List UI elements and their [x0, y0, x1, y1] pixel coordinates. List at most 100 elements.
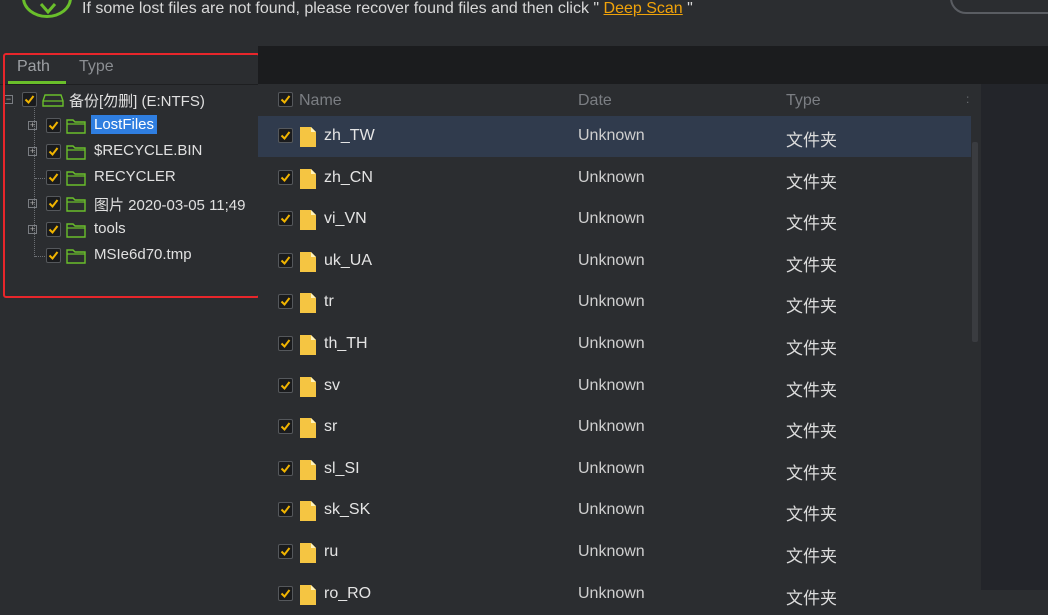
file-list: Name Date Type : zh_TW Unknown 文件夹 zh_CN Unk…	[258, 84, 971, 608]
row-checkbox[interactable]	[278, 544, 293, 559]
file-date: Unknown	[578, 210, 645, 228]
tree-item-label: tools	[94, 220, 126, 237]
file-date: Unknown	[578, 127, 645, 144]
table-row[interactable]: sl_SI Unknown 文件夹	[258, 449, 971, 490]
tree-item-label: LostFiles	[91, 115, 158, 134]
expand-toggle-icon[interactable]: +	[28, 121, 37, 130]
tree-checkbox[interactable]	[46, 222, 61, 237]
expand-toggle-icon[interactable]: +	[28, 225, 37, 234]
file-name: sv	[324, 376, 340, 394]
file-type: 文件夹	[786, 172, 837, 192]
table-row[interactable]: sk_SK Unknown 文件夹	[258, 490, 971, 531]
file-date: Unknown	[578, 418, 645, 436]
left-panel: Path Type − 备份[勿删] (E:NTFS) + LostFiles …	[0, 46, 258, 590]
row-checkbox[interactable]	[278, 128, 293, 143]
tab-type[interactable]: Type	[79, 58, 114, 76]
scrollbar-thumb[interactable]	[972, 142, 978, 342]
row-checkbox[interactable]	[278, 585, 293, 601]
tree-guide-line	[35, 178, 45, 180]
folder-icon	[66, 223, 86, 238]
tab-divider	[0, 84, 258, 85]
tree-item-label: 图片 2020-03-05 11;49	[94, 197, 246, 214]
file-name: uk_UA	[324, 251, 373, 269]
file-date: Unknown	[578, 251, 645, 269]
row-checkbox[interactable]	[278, 211, 293, 227]
table-row[interactable]: ru Unknown 文件夹	[258, 532, 971, 573]
column-header-name[interactable]: Name	[299, 92, 342, 110]
tree-checkbox[interactable]	[46, 170, 61, 185]
top-right-button[interactable]	[950, 0, 1048, 14]
row-checkbox[interactable]	[278, 252, 293, 268]
row-checkbox[interactable]	[278, 419, 293, 435]
tree-checkbox[interactable]	[46, 144, 61, 159]
file-type: 文件夹	[786, 131, 837, 150]
file-type: 文件夹	[786, 297, 837, 317]
tree-item-label: 备份[勿删] (E:NTFS)	[69, 93, 205, 110]
collapse-toggle-icon[interactable]: −	[4, 95, 13, 104]
folder-file-icon	[300, 127, 316, 147]
row-checkbox[interactable]	[278, 377, 293, 393]
row-checkbox[interactable]	[278, 460, 293, 476]
file-name: ro_RO	[324, 584, 372, 602]
tree-item-lostfiles[interactable]: + LostFiles	[0, 113, 258, 139]
tree-checkbox[interactable]	[46, 118, 61, 133]
file-name: zh_TW	[324, 127, 375, 144]
list-header: Name Date Type :	[258, 84, 971, 116]
deep-scan-link[interactable]: Deep Scan	[604, 0, 683, 17]
row-checkbox[interactable]	[278, 502, 293, 518]
tree-checkbox[interactable]	[46, 196, 61, 211]
file-date: Unknown	[578, 293, 645, 311]
table-row[interactable]: vi_VN Unknown 文件夹	[258, 199, 971, 240]
column-resize-handle[interactable]: :	[966, 92, 969, 106]
file-type: 文件夹	[786, 255, 837, 275]
column-header-date[interactable]: Date	[578, 92, 612, 110]
file-type: 文件夹	[786, 463, 837, 483]
table-row[interactable]: tr Unknown 文件夹	[258, 282, 971, 323]
file-type: 文件夹	[786, 505, 837, 525]
file-type: 文件夹	[786, 339, 837, 358]
folder-file-icon	[300, 418, 316, 439]
folder-file-icon	[300, 293, 316, 314]
row-checkbox[interactable]	[278, 336, 293, 351]
folder-file-icon	[300, 335, 316, 355]
folder-file-icon	[300, 459, 316, 480]
table-row[interactable]: uk_UA Unknown 文件夹	[258, 241, 971, 282]
tree-item-recycle-bin[interactable]: + $RECYCLE.BIN	[0, 139, 258, 165]
tree-item-msi-tmp[interactable]: MSIe6d70.tmp	[0, 243, 258, 269]
tree-item-pictures[interactable]: + 图片 2020-03-05 11;49	[0, 191, 258, 217]
tree-item-recycler[interactable]: RECYCLER	[0, 165, 258, 191]
tab-path[interactable]: Path	[17, 58, 50, 76]
folder-file-icon	[300, 501, 316, 522]
row-checkbox[interactable]	[278, 294, 293, 310]
file-type: 文件夹	[786, 547, 837, 566]
top-banner: If some lost files are not found, please…	[0, 0, 1048, 46]
folder-file-icon	[300, 210, 316, 231]
table-row[interactable]: zh_TW Unknown 文件夹	[258, 116, 971, 157]
table-row[interactable]: zh_CN Unknown 文件夹	[258, 158, 971, 199]
table-row[interactable]: th_TH Unknown 文件夹	[258, 324, 971, 365]
tree-item-drive[interactable]: − 备份[勿删] (E:NTFS)	[0, 87, 258, 113]
folder-icon	[66, 119, 86, 134]
table-row[interactable]: ro_RO Unknown 文件夹	[258, 574, 971, 615]
expand-toggle-icon[interactable]: +	[28, 199, 37, 208]
tree-checkbox[interactable]	[22, 92, 37, 107]
row-checkbox[interactable]	[278, 169, 293, 185]
folder-file-icon	[300, 168, 316, 189]
folder-icon	[66, 197, 86, 212]
file-type: 文件夹	[786, 380, 837, 400]
table-row[interactable]: sr Unknown 文件夹	[258, 407, 971, 448]
file-name: zh_CN	[324, 168, 373, 186]
file-name: vi_VN	[324, 210, 367, 228]
tree-item-label: $RECYCLE.BIN	[94, 142, 203, 159]
success-check-icon	[22, 0, 72, 18]
table-row[interactable]: sv Unknown 文件夹	[258, 366, 971, 407]
tree-checkbox[interactable]	[46, 248, 61, 263]
column-header-type[interactable]: Type	[786, 92, 821, 110]
tree-item-tools[interactable]: + tools	[0, 217, 258, 243]
banner-text: If some lost files are not found, please…	[82, 0, 600, 17]
file-name: ru	[324, 543, 339, 560]
file-date: Unknown	[578, 584, 645, 602]
expand-toggle-icon[interactable]: +	[28, 147, 37, 156]
file-date: Unknown	[578, 543, 645, 560]
select-all-checkbox[interactable]	[278, 92, 293, 107]
